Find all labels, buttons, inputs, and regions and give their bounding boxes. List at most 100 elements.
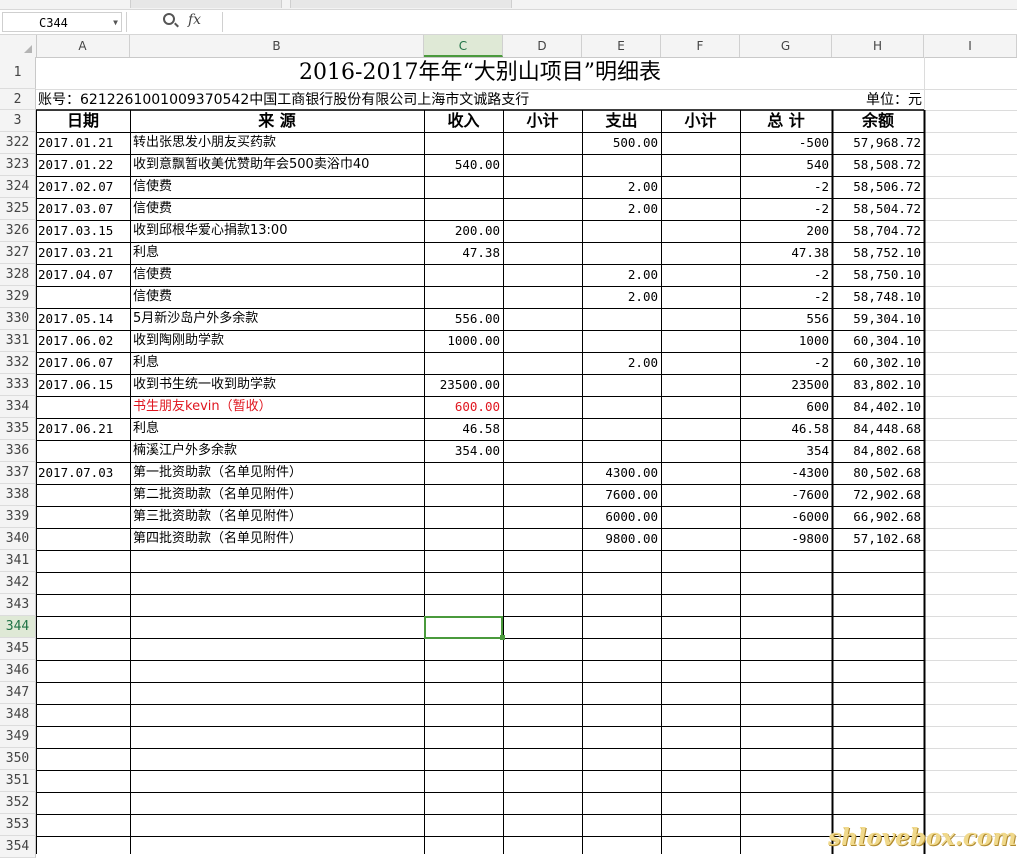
row-header[interactable]: 348: [0, 704, 36, 726]
cell-date[interactable]: 2017.05.14: [36, 308, 130, 330]
cell-total[interactable]: -2: [740, 264, 832, 286]
row-header[interactable]: 329: [0, 286, 36, 308]
row-header[interactable]: 334: [0, 396, 36, 418]
row-header[interactable]: 341: [0, 550, 36, 572]
header-total[interactable]: 总 计: [740, 110, 832, 132]
cell-date[interactable]: 2017.02.07: [36, 176, 130, 198]
row-header[interactable]: 326: [0, 220, 36, 242]
cell-source[interactable]: 第一批资助款（名单见附件）: [130, 462, 424, 484]
cell-total[interactable]: -2: [740, 176, 832, 198]
cell-date[interactable]: 2017.07.03: [36, 462, 130, 484]
cell-balance[interactable]: 66,902.68: [832, 506, 924, 528]
cell-date[interactable]: 2017.03.15: [36, 220, 130, 242]
row-header[interactable]: 324: [0, 176, 36, 198]
row-header[interactable]: 332: [0, 352, 36, 374]
cell-date[interactable]: 2017.03.07: [36, 198, 130, 220]
cell-balance[interactable]: 84,448.68: [832, 418, 924, 440]
cell-balance[interactable]: 58,750.10: [832, 264, 924, 286]
cell-balance[interactable]: 58,704.72: [832, 220, 924, 242]
cell-date[interactable]: 2017.06.21: [36, 418, 130, 440]
cell-date[interactable]: 2017.01.22: [36, 154, 130, 176]
row-header[interactable]: 330: [0, 308, 36, 330]
cell-balance[interactable]: 57,102.68: [832, 528, 924, 550]
cell-balance[interactable]: 84,802.68: [832, 440, 924, 462]
unit-label[interactable]: 单位：元: [816, 90, 922, 111]
cell-total[interactable]: 46.58: [740, 418, 832, 440]
cell-date[interactable]: 2017.06.15: [36, 374, 130, 396]
column-header-g[interactable]: G: [740, 35, 832, 57]
cell-expense[interactable]: 2.00: [582, 352, 661, 374]
row-header[interactable]: 337: [0, 462, 36, 484]
row-header[interactable]: 340: [0, 528, 36, 550]
cell-expense[interactable]: 9800.00: [582, 528, 661, 550]
cell-total[interactable]: 1000: [740, 330, 832, 352]
cell-balance[interactable]: 80,502.68: [832, 462, 924, 484]
account-info[interactable]: 账号：6212261001009370542中国工商银行股份有限公司上海市文诚路…: [38, 90, 798, 111]
cell-balance[interactable]: 83,802.10: [832, 374, 924, 396]
function-icon[interactable]: fx: [188, 12, 201, 28]
row-header[interactable]: 328: [0, 264, 36, 286]
cell-source[interactable]: 第二批资助款（名单见附件）: [130, 484, 424, 506]
column-header-f[interactable]: F: [661, 35, 740, 57]
cell-balance[interactable]: 58,748.10: [832, 286, 924, 308]
cell-balance[interactable]: 57,968.72: [832, 132, 924, 154]
cell-income[interactable]: 1000.00: [424, 330, 503, 352]
header-expense[interactable]: 支出: [582, 110, 661, 132]
row-header[interactable]: 331: [0, 330, 36, 352]
column-header-h[interactable]: H: [832, 35, 924, 57]
row-header[interactable]: 325: [0, 198, 36, 220]
cell-date[interactable]: 2017.06.07: [36, 352, 130, 374]
row-header[interactable]: 3: [0, 110, 36, 132]
row-header[interactable]: 336: [0, 440, 36, 462]
row-header[interactable]: 342: [0, 572, 36, 594]
cell-source[interactable]: 信使费: [130, 286, 424, 308]
sheet-title[interactable]: 2016-2017年年“大别山项目”明细表: [36, 57, 924, 89]
header-subtotal2[interactable]: 小计: [661, 110, 740, 132]
row-header[interactable]: 322: [0, 132, 36, 154]
row-header[interactable]: 351: [0, 770, 36, 792]
row-header[interactable]: 344: [0, 616, 36, 638]
cell-income[interactable]: 200.00: [424, 220, 503, 242]
header-source[interactable]: 来 源: [130, 110, 424, 132]
row-header[interactable]: 343: [0, 594, 36, 616]
cell-source[interactable]: 5月新沙岛户外多余款: [130, 308, 424, 330]
cell-source[interactable]: 第四批资助款（名单见附件）: [130, 528, 424, 550]
cell-income[interactable]: 46.58: [424, 418, 503, 440]
cell-income[interactable]: 600.00: [424, 396, 503, 418]
header-income[interactable]: 收入: [424, 110, 503, 132]
row-header[interactable]: 338: [0, 484, 36, 506]
cell-total[interactable]: 47.38: [740, 242, 832, 264]
cell-income[interactable]: 47.38: [424, 242, 503, 264]
cell-date[interactable]: 2017.03.21: [36, 242, 130, 264]
cell-balance[interactable]: 58,504.72: [832, 198, 924, 220]
row-header[interactable]: 323: [0, 154, 36, 176]
cell-balance[interactable]: 72,902.68: [832, 484, 924, 506]
cell-total[interactable]: -2: [740, 286, 832, 308]
name-box[interactable]: C344 ▼: [2, 12, 122, 32]
column-header-b[interactable]: B: [130, 35, 424, 57]
cell-expense[interactable]: 500.00: [582, 132, 661, 154]
cell-total[interactable]: -9800: [740, 528, 832, 550]
cell-balance[interactable]: 60,304.10: [832, 330, 924, 352]
cell-expense[interactable]: 2.00: [582, 286, 661, 308]
cell-source[interactable]: 利息: [130, 242, 424, 264]
search-icon[interactable]: [163, 13, 175, 25]
cell-income[interactable]: 540.00: [424, 154, 503, 176]
header-subtotal1[interactable]: 小计: [503, 110, 582, 132]
column-header-e[interactable]: E: [582, 35, 661, 57]
cell-source[interactable]: 收到邱根华爱心捐款13:00: [130, 220, 424, 242]
cell-source[interactable]: 信使费: [130, 198, 424, 220]
cell-income[interactable]: 556.00: [424, 308, 503, 330]
column-header-d[interactable]: D: [503, 35, 582, 57]
cell-total[interactable]: 200: [740, 220, 832, 242]
cell-total[interactable]: 23500: [740, 374, 832, 396]
spreadsheet-grid[interactable]: 2016-2017年年“大别山项目”明细表 账号：621226100100937…: [36, 57, 1017, 854]
cell-balance[interactable]: 58,752.10: [832, 242, 924, 264]
cell-total[interactable]: -2: [740, 352, 832, 374]
cell-income[interactable]: 354.00: [424, 440, 503, 462]
cell-date[interactable]: 2017.01.21: [36, 132, 130, 154]
cell-total[interactable]: 540: [740, 154, 832, 176]
cell-source[interactable]: 利息: [130, 352, 424, 374]
cell-source[interactable]: 转出张思发小朋友买药款: [130, 132, 424, 154]
column-header-c[interactable]: C: [424, 35, 503, 57]
